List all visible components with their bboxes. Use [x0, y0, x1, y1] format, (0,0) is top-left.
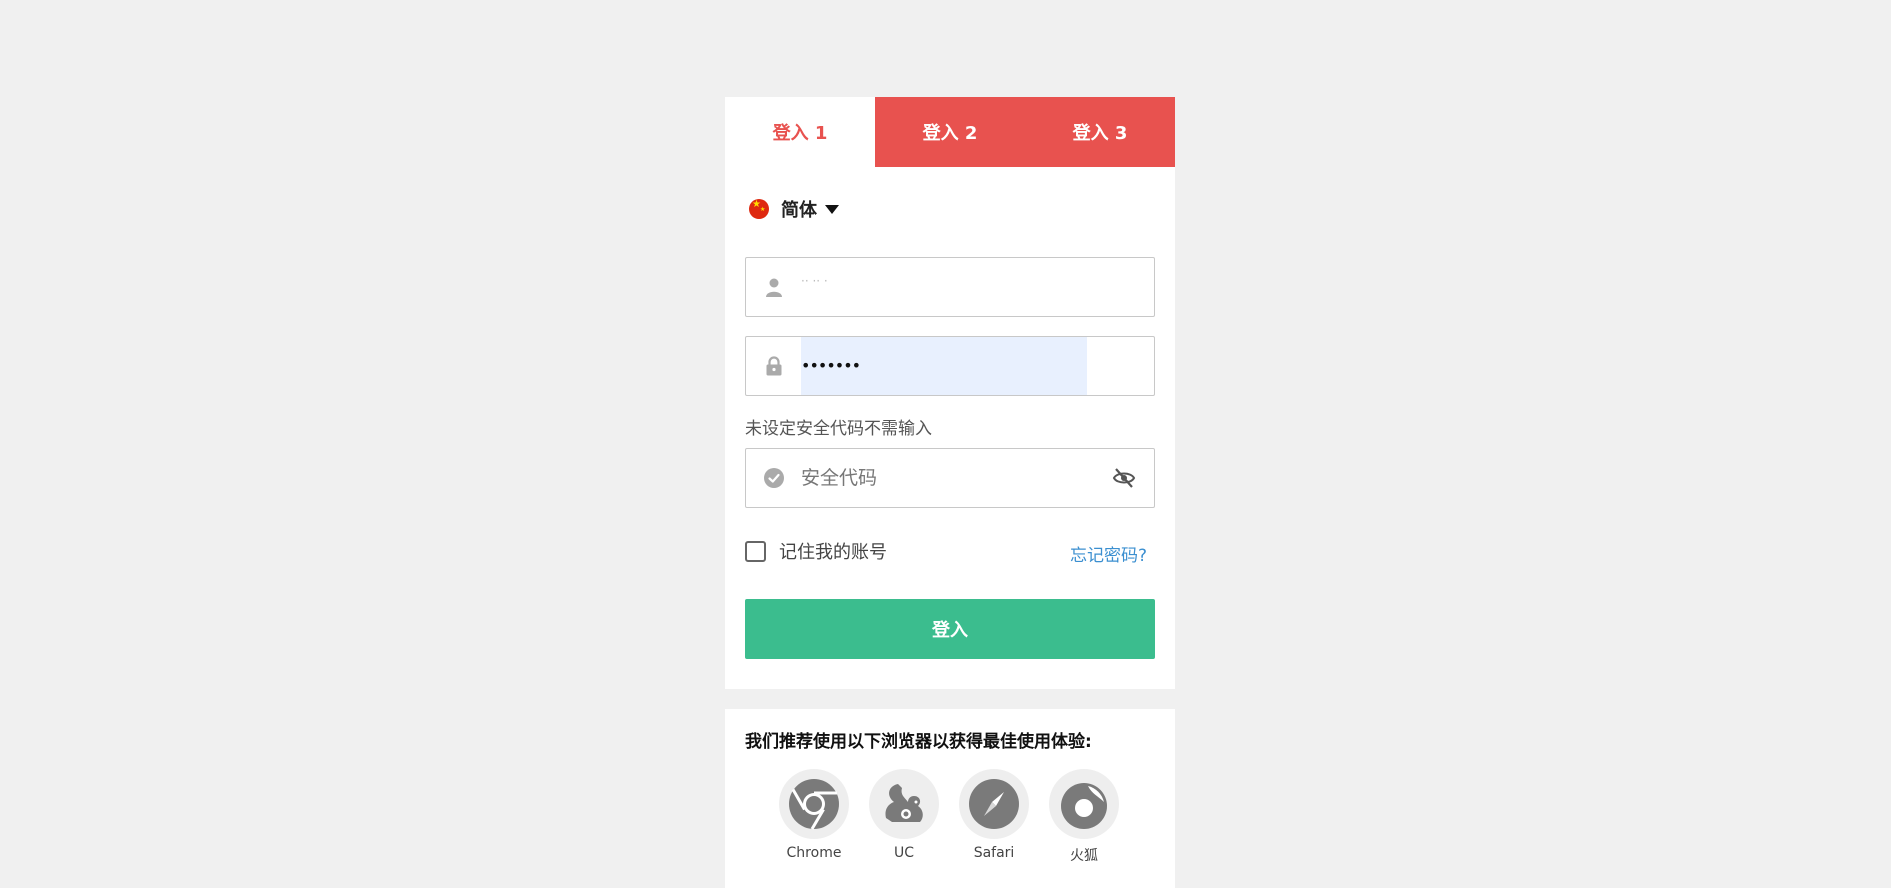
- firefox-icon: [1049, 769, 1119, 839]
- security-code-hint: 未设定安全代码不需输入: [745, 419, 932, 439]
- login-card: 登入 1 登入 2 登入 3 简体 ·· ·· · ••••••• 未设定安全代…: [725, 97, 1175, 689]
- username-field[interactable]: ·· ·· ·: [745, 257, 1155, 317]
- security-code-placeholder: 安全代码: [801, 467, 878, 489]
- caret-down-icon: [825, 204, 839, 214]
- remember-checkbox[interactable]: [745, 540, 766, 562]
- eye-slash-icon[interactable]: [1112, 467, 1136, 489]
- browser-item-safari[interactable]: Safari: [959, 769, 1029, 865]
- browser-recommendation-title: 我们推荐使用以下浏览器以获得最佳使用体验:: [745, 732, 1092, 752]
- tab-login-3[interactable]: 登入 3: [1025, 97, 1175, 167]
- password-value: •••••••: [801, 356, 861, 375]
- tab-login-2[interactable]: 登入 2: [875, 97, 1025, 167]
- check-circle-icon: [763, 467, 785, 489]
- browser-name: Safari: [973, 845, 1015, 861]
- remember-me: 记住我的账号: [745, 538, 887, 564]
- password-field[interactable]: •••••••: [745, 336, 1155, 396]
- browser-list: Chrome UC Safari 火狐: [779, 769, 1139, 865]
- china-flag-icon: [749, 199, 769, 219]
- security-code-field[interactable]: 安全代码: [745, 448, 1155, 508]
- browser-name: 火狐: [1070, 848, 1098, 864]
- tab-login-1[interactable]: 登入 1: [725, 97, 875, 167]
- uc-browser-icon: [869, 769, 939, 839]
- browser-name: Chrome: [786, 845, 842, 861]
- chrome-icon: [779, 769, 849, 839]
- language-label: 简体: [781, 200, 817, 221]
- browser-item-uc[interactable]: UC: [869, 769, 939, 865]
- browser-item-firefox[interactable]: 火狐: [1049, 769, 1119, 865]
- language-selector[interactable]: 简体: [749, 196, 839, 222]
- browser-name: UC: [893, 845, 915, 861]
- forgot-password-link[interactable]: 忘记密码?: [1070, 541, 1147, 566]
- username-value: ·· ·· ·: [801, 274, 828, 288]
- user-icon: [763, 276, 785, 298]
- safari-icon: [959, 769, 1029, 839]
- remember-label: 记住我的账号: [779, 542, 887, 563]
- browser-recommendation-card: 我们推荐使用以下浏览器以获得最佳使用体验: Chrome UC Safari 火…: [725, 709, 1175, 888]
- lock-icon: [763, 355, 785, 377]
- login-tabs: 登入 1 登入 2 登入 3: [725, 97, 1175, 167]
- browser-item-chrome[interactable]: Chrome: [779, 769, 849, 865]
- login-button[interactable]: 登入: [745, 599, 1155, 659]
